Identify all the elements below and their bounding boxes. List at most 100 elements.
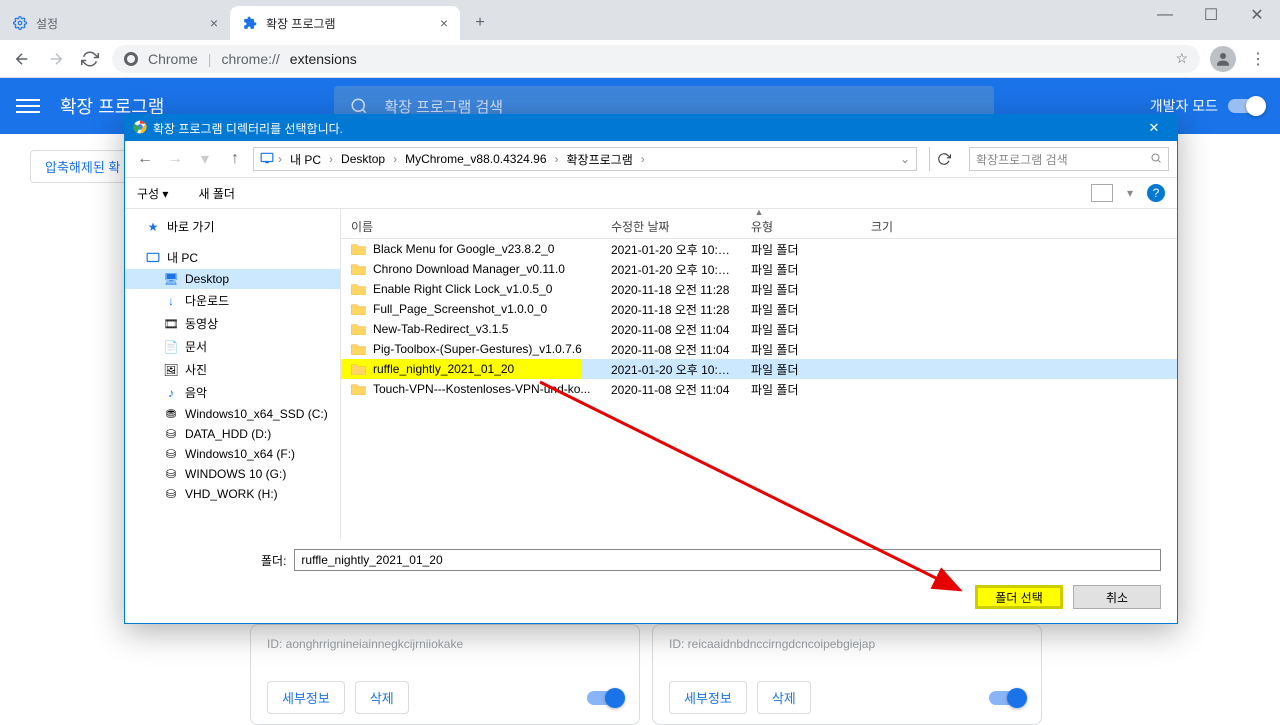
file-row[interactable]: ruffle_nightly_2021_01_202021-01-20 오후 1…	[341, 359, 1177, 379]
menu-icon[interactable]	[16, 94, 40, 118]
breadcrumb-item[interactable]: Desktop	[337, 152, 389, 166]
remove-button[interactable]: 삭제	[355, 681, 409, 714]
load-unpacked-button[interactable]: 압축해제된 확	[30, 150, 135, 183]
tab-label: 설정	[36, 15, 58, 32]
close-window-button[interactable]: ✕	[1234, 0, 1280, 30]
file-row[interactable]: Full_Page_Screenshot_v1.0.0_02020-11-18 …	[341, 299, 1177, 319]
remove-button[interactable]: 삭제	[757, 681, 811, 714]
chevron-down-icon[interactable]: ⌄	[900, 152, 910, 166]
omnibox-path: extensions	[290, 51, 357, 67]
col-date[interactable]: 수정한 날짜	[601, 218, 741, 235]
view-options-button[interactable]	[1091, 184, 1113, 202]
file-row[interactable]: Touch-VPN---Kostenloses-VPN-und-ko...202…	[341, 379, 1177, 399]
nav-back-button[interactable]: ←	[133, 147, 157, 171]
tab-extensions[interactable]: 확장 프로그램 ×	[230, 6, 460, 40]
file-row[interactable]: Chrono Download Manager_v0.11.02021-01-2…	[341, 259, 1177, 279]
select-folder-button[interactable]: 폴더 선택	[975, 585, 1063, 609]
tree-documents[interactable]: 📄 문서	[125, 335, 340, 358]
pc-icon	[260, 152, 274, 167]
file-row[interactable]: Black Menu for Google_v23.8.2_02021-01-2…	[341, 239, 1177, 259]
details-button[interactable]: 세부정보	[267, 681, 345, 714]
dialog-search[interactable]: 확장프로그램 검색	[969, 147, 1169, 171]
document-icon: 📄	[163, 340, 179, 354]
breadcrumb-item[interactable]: 확장프로그램	[563, 151, 637, 168]
col-type[interactable]: 유형	[741, 218, 861, 235]
dialog-close-button[interactable]: ✕	[1139, 120, 1169, 136]
dev-mode-toggle[interactable]	[1228, 99, 1264, 113]
window-controls: — ☐ ✕	[1142, 0, 1280, 30]
col-name[interactable]: 이름	[341, 218, 601, 235]
breadcrumb-item[interactable]: MyChrome_v88.0.4324.96	[401, 152, 550, 166]
address-bar: Chrome | chrome://extensions ☆ ⋮	[0, 40, 1280, 78]
tree-music[interactable]: ♪ 음악	[125, 381, 340, 404]
breadcrumb-item[interactable]: 내 PC	[286, 151, 325, 168]
reload-button[interactable]	[78, 47, 102, 71]
file-row[interactable]: Enable Right Click Lock_v1.0.5_02020-11-…	[341, 279, 1177, 299]
organize-button[interactable]: 구성 ▾	[137, 185, 168, 202]
extension-cards: ID: aonghrrignineiainnegkcijrniiokake 세부…	[250, 624, 1042, 725]
tree-drive[interactable]: ⛁ VHD_WORK (H:)	[125, 484, 340, 504]
tree-drive[interactable]: ⛁ Windows10_x64 (F:)	[125, 444, 340, 464]
nav-recent-button[interactable]: ▾	[193, 147, 217, 171]
tree-quick-access[interactable]: ★ 바로 가기	[125, 215, 340, 238]
nav-up-button[interactable]: ↑	[223, 147, 247, 171]
refresh-button[interactable]	[929, 147, 957, 171]
tree-desktop[interactable]: 🖥 Desktop	[125, 269, 340, 289]
new-folder-button[interactable]: 새 폴더	[198, 185, 234, 202]
file-row[interactable]: Pig-Toolbox-(Super-Gestures)_v1.0.7.6202…	[341, 339, 1177, 359]
folder-icon	[351, 282, 367, 295]
music-icon: ♪	[163, 386, 179, 400]
dialog-body: ★ 바로 가기 내 PC 🖥 Desktop ↓ 다운로드 🎞 동영상 📄	[125, 209, 1177, 539]
tree-drive[interactable]: ⛁ WINDOWS 10 (G:)	[125, 464, 340, 484]
tree-pictures[interactable]: 🖼 사진	[125, 358, 340, 381]
breadcrumb[interactable]: › 내 PC › Desktop › MyChrome_v88.0.4324.9…	[253, 147, 917, 171]
folder-tree: ★ 바로 가기 내 PC 🖥 Desktop ↓ 다운로드 🎞 동영상 📄	[125, 209, 341, 539]
star-icon[interactable]: ☆	[1175, 50, 1188, 67]
puzzle-icon	[242, 15, 258, 31]
extension-toggle[interactable]	[989, 691, 1025, 705]
back-button[interactable]	[10, 47, 34, 71]
extension-id: ID: aonghrrignineiainnegkcijrniiokake	[267, 637, 623, 651]
dialog-footer: 폴더: 폴더 선택 취소	[125, 539, 1177, 623]
extension-id: ID: reicaaidnbdnccirngdcncoipebgiejap	[669, 637, 1025, 651]
search-icon	[1150, 152, 1162, 167]
omnibox[interactable]: Chrome | chrome://extensions ☆	[112, 45, 1200, 73]
extension-card: ID: reicaaidnbdnccirngdcncoipebgiejap 세부…	[652, 624, 1042, 725]
drive-icon: ⛁	[163, 467, 179, 481]
tree-drive[interactable]: ⛃ Windows10_x64_SSD (C:)	[125, 404, 340, 424]
folder-icon	[351, 322, 367, 335]
folder-input[interactable]	[294, 549, 1161, 571]
folder-select-dialog: 확장 프로그램 디렉터리를 선택합니다. ✕ ← → ▾ ↑ › 내 PC › …	[124, 114, 1178, 624]
details-button[interactable]: 세부정보	[669, 681, 747, 714]
close-icon[interactable]: ×	[210, 15, 218, 31]
new-tab-button[interactable]: +	[466, 9, 494, 37]
star-icon: ★	[145, 220, 161, 234]
tab-settings[interactable]: 설정 ×	[0, 6, 230, 40]
extension-toggle[interactable]	[587, 691, 623, 705]
tree-videos[interactable]: 🎞 동영상	[125, 312, 340, 335]
tree-downloads[interactable]: ↓ 다운로드	[125, 289, 340, 312]
extension-card: ID: aonghrrignineiainnegkcijrniiokake 세부…	[250, 624, 640, 725]
help-icon[interactable]: ?	[1147, 184, 1165, 202]
forward-button[interactable]	[44, 47, 68, 71]
dialog-nav: ← → ▾ ↑ › 내 PC › Desktop › MyChrome_v88.…	[125, 141, 1177, 177]
tree-drive[interactable]: ⛁ DATA_HDD (D:)	[125, 424, 340, 444]
avatar[interactable]	[1210, 46, 1236, 72]
picture-icon: 🖼	[163, 363, 179, 377]
column-headers: 이름 수정한 날짜 유형 크기	[341, 215, 1177, 239]
close-icon[interactable]: ×	[440, 15, 448, 31]
cancel-button[interactable]: 취소	[1073, 585, 1161, 609]
maximize-button[interactable]: ☐	[1188, 0, 1234, 30]
drive-icon: ⛁	[163, 447, 179, 461]
menu-button[interactable]: ⋮	[1246, 49, 1270, 69]
desktop-icon: 🖥	[163, 272, 179, 286]
folder-icon	[351, 362, 367, 375]
folder-icon	[351, 382, 367, 395]
minimize-button[interactable]: —	[1142, 0, 1188, 30]
tree-this-pc[interactable]: 내 PC	[125, 246, 340, 269]
nav-forward-button[interactable]: →	[163, 147, 187, 171]
browser-titlebar: 설정 × 확장 프로그램 × + — ☐ ✕	[0, 0, 1280, 40]
col-size[interactable]: 크기	[861, 218, 941, 235]
dev-mode-label: 개발자 모드	[1150, 96, 1218, 116]
file-row[interactable]: New-Tab-Redirect_v3.1.52020-11-08 오전 11:…	[341, 319, 1177, 339]
